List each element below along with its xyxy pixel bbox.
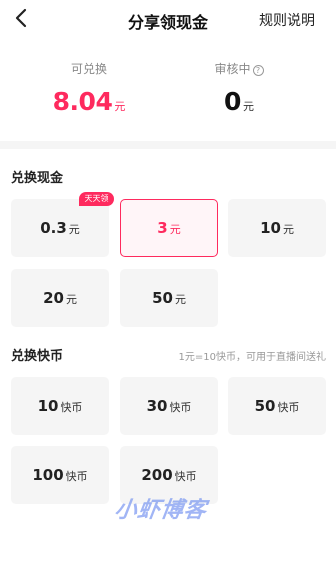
cash-option-10[interactable]: 10 元 bbox=[228, 199, 326, 257]
cash-option-0-3[interactable]: 0.3 元 bbox=[11, 199, 109, 257]
cash-option-3[interactable]: 3元 bbox=[120, 199, 218, 257]
option-unit: 元 bbox=[169, 223, 181, 236]
option-unit: 元 bbox=[282, 223, 294, 236]
option-unit: 元 bbox=[174, 293, 186, 306]
coin-option-100[interactable]: 100 快币 bbox=[11, 446, 109, 504]
cash-section-title: 兑换现金 bbox=[11, 171, 64, 186]
available-amount: 8.04 bbox=[52, 87, 113, 116]
question-mark-icon[interactable]: ? bbox=[252, 65, 264, 76]
option-amount: 30 bbox=[146, 397, 168, 415]
option-unit: 快币 bbox=[169, 401, 192, 414]
option-unit: 快币 bbox=[60, 401, 83, 414]
available-balance: 可兑换 8.04 元 bbox=[5, 60, 173, 118]
option-amount: 20 bbox=[43, 289, 64, 307]
nav-bar: 分享领现金 规则说明 bbox=[0, 0, 336, 38]
review-label: 审核中 bbox=[214, 62, 251, 76]
option-unit: 快币 bbox=[174, 470, 197, 483]
coin-option-30[interactable]: 30 快币 bbox=[120, 377, 218, 435]
option-amount: 100 bbox=[32, 466, 64, 484]
coins-section-title: 兑换快币 bbox=[11, 349, 64, 364]
coin-option-50[interactable]: 50 快币 bbox=[228, 377, 326, 435]
available-label: 可兑换 bbox=[70, 62, 107, 76]
option-unit: 元 bbox=[65, 293, 77, 306]
available-unit: 元 bbox=[114, 100, 126, 113]
watermark: 小虾博客 bbox=[112, 498, 209, 523]
cash-option-50[interactable]: 50 元 bbox=[120, 269, 218, 327]
review-balance: 审核中? 0元 bbox=[155, 60, 323, 118]
option-amount: 3 bbox=[157, 219, 168, 237]
coin-option-10[interactable]: 10 快币 bbox=[11, 377, 109, 435]
option-unit: 元 bbox=[68, 223, 80, 236]
rules-link[interactable]: 规则说明 bbox=[259, 10, 315, 30]
balance-summary: 可兑换 8.04 元 审核中? 0元 bbox=[0, 60, 336, 130]
review-unit: 元 bbox=[242, 100, 254, 113]
option-unit: 快币 bbox=[277, 401, 300, 414]
option-amount: 10 bbox=[37, 397, 59, 415]
section-divider bbox=[0, 141, 336, 149]
review-amount: 0 bbox=[224, 87, 241, 116]
cash-option-20[interactable]: 20 元 bbox=[11, 269, 109, 327]
option-amount: 50 bbox=[254, 397, 276, 415]
option-amount: 50 bbox=[152, 289, 173, 307]
option-amount: 10 bbox=[260, 219, 281, 237]
daily-badge: 天天领 bbox=[79, 192, 114, 206]
option-amount: 0.3 bbox=[40, 219, 67, 237]
option-amount: 200 bbox=[141, 466, 173, 484]
option-unit: 快币 bbox=[65, 470, 88, 483]
coins-rate-note: 1元=10快币，可用于直播间送礼 bbox=[178, 352, 326, 363]
